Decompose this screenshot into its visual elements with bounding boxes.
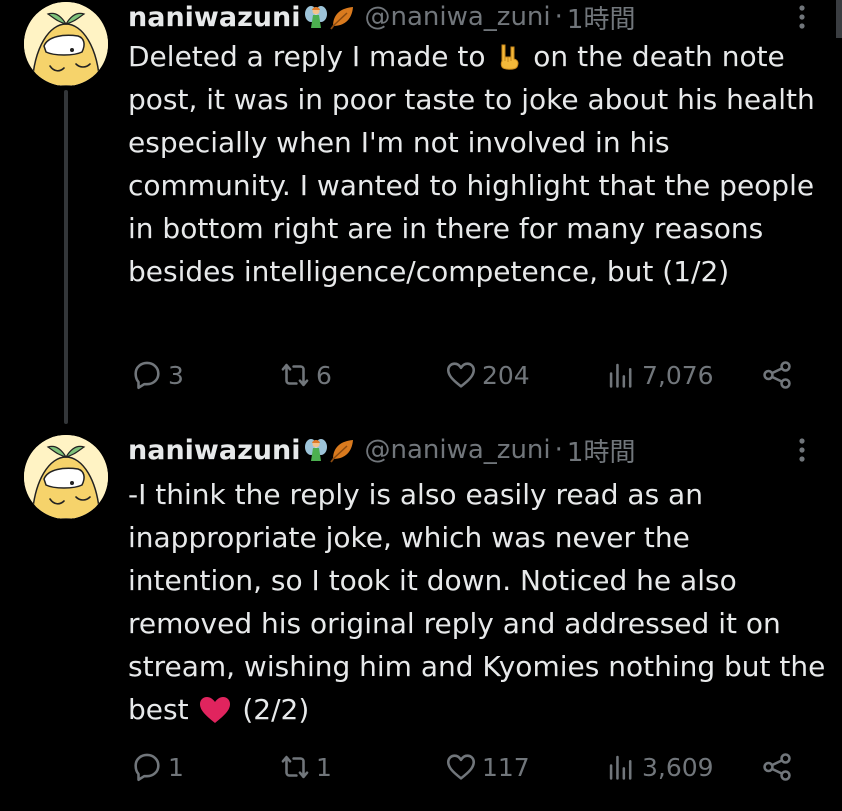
share-button[interactable] xyxy=(760,747,798,787)
thread: naniwazuni @naniwa_zuni · 1時間 Deleted a … xyxy=(0,0,842,811)
retweet-icon xyxy=(281,755,309,779)
retweet-count: 1 xyxy=(316,752,332,782)
author-display-name[interactable]: naniwazuni xyxy=(128,435,301,466)
fallen-leaf-emoji-icon xyxy=(329,437,355,463)
fairy-emoji-icon xyxy=(303,4,329,30)
reply-count: 1 xyxy=(168,752,184,782)
retweet-count: 6 xyxy=(316,360,332,390)
name-decoration xyxy=(303,437,355,463)
fairy-emoji-icon xyxy=(303,437,329,463)
sign-of-horns-emoji-icon xyxy=(496,43,522,71)
author-handle[interactable]: @naniwa_zuni xyxy=(365,2,551,32)
action-bar: 1 1 117 3,609 xyxy=(128,747,808,787)
more-options-icon[interactable] xyxy=(792,433,812,467)
reply-button[interactable]: 1 xyxy=(130,747,184,787)
bar-chart-icon xyxy=(609,363,632,388)
avatar[interactable] xyxy=(24,2,108,86)
heart-icon xyxy=(446,754,476,780)
tweet-text-part: on the death note post, it was in poor t… xyxy=(128,40,815,288)
tweet-text-part: (2/2) xyxy=(233,693,310,726)
heart-icon xyxy=(446,362,476,388)
reply-button[interactable]: 3 xyxy=(130,355,184,395)
tweet-header: naniwazuni @naniwa_zuni · 1時間 xyxy=(128,432,636,469)
share-icon xyxy=(763,361,791,389)
like-button[interactable]: 117 xyxy=(444,747,530,787)
name-decoration xyxy=(303,4,355,30)
author-display-name[interactable]: naniwazuni xyxy=(128,2,301,33)
tweet-text-part: -I think the reply is also easily read a… xyxy=(128,478,826,726)
view-count: 7,076 xyxy=(642,360,714,390)
action-bar: 3 6 204 7,076 xyxy=(128,355,808,395)
like-count: 204 xyxy=(482,360,530,390)
share-icon xyxy=(763,753,791,781)
thread-connector-line xyxy=(64,90,68,424)
more-options-icon[interactable] xyxy=(792,0,812,34)
tweet-header: naniwazuni @naniwa_zuni · 1時間 xyxy=(128,0,636,36)
views-button[interactable]: 7,076 xyxy=(604,355,714,395)
tweet[interactable]: naniwazuni @naniwa_zuni · 1時間 Deleted a … xyxy=(0,0,842,425)
fallen-leaf-emoji-icon xyxy=(329,4,355,30)
tweet-text: Deleted a reply I made to on the death n… xyxy=(128,35,828,293)
timestamp[interactable]: 1時間 xyxy=(567,0,636,36)
timestamp[interactable]: 1時間 xyxy=(567,432,636,469)
retweet-button[interactable]: 1 xyxy=(278,747,332,787)
separator-dot: · xyxy=(554,435,563,465)
like-count: 117 xyxy=(482,752,530,782)
share-button[interactable] xyxy=(760,355,798,395)
reply-icon xyxy=(134,361,160,390)
tweet-text-part: Deleted a reply I made to xyxy=(128,40,495,73)
tweet[interactable]: naniwazuni @naniwa_zuni · 1時間 -I think t… xyxy=(0,425,842,811)
view-count: 3,609 xyxy=(642,752,714,782)
tweet-text: -I think the reply is also easily read a… xyxy=(128,473,828,731)
reply-count: 3 xyxy=(168,360,184,390)
views-button[interactable]: 3,609 xyxy=(604,747,714,787)
avatar[interactable] xyxy=(24,435,108,519)
like-button[interactable]: 204 xyxy=(444,355,530,395)
author-handle[interactable]: @naniwa_zuni xyxy=(365,435,551,465)
retweet-icon xyxy=(281,363,309,387)
bar-chart-icon xyxy=(609,755,632,780)
reply-icon xyxy=(134,753,160,782)
separator-dot: · xyxy=(554,2,563,32)
red-heart-emoji-icon xyxy=(199,696,231,724)
retweet-button[interactable]: 6 xyxy=(278,355,332,395)
